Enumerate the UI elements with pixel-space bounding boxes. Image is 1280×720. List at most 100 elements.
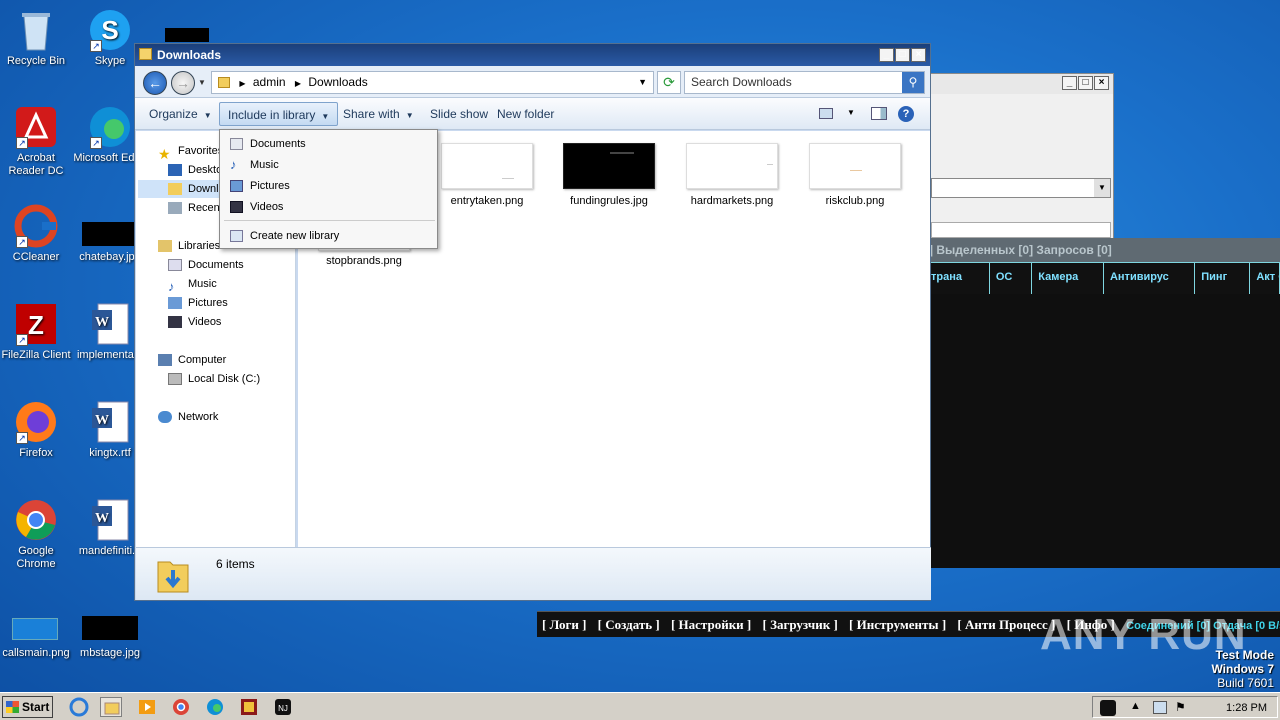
recent-pages-chevron-icon[interactable]: ▼	[198, 78, 206, 87]
preview-pane-icon[interactable]	[871, 107, 887, 120]
tray-expand-icon[interactable]: ▲	[1130, 700, 1141, 712]
close-button[interactable]: ×	[911, 48, 926, 62]
breadcrumb-admin[interactable]: admin	[253, 75, 286, 89]
close-button[interactable]: ×	[1094, 76, 1109, 90]
file-item[interactable]: entrytaken.png	[427, 143, 547, 207]
include-in-library-button[interactable]: Include in library ▼	[219, 102, 339, 126]
dark-app-window[interactable]: ] Выделенных [0] Запросов [0] трана ОС К…	[925, 238, 1280, 568]
filezilla-icon: Z ↗	[14, 302, 58, 346]
column-os[interactable]: ОС	[990, 263, 1033, 294]
explorer-window[interactable]: Downloads _ □ × ← → ▼ ▶ admin ▶ Download…	[134, 43, 931, 601]
window-title: Downloads	[157, 48, 222, 62]
back-button[interactable]: ←	[143, 71, 167, 95]
desktop-icon-callsmain[interactable]: callsmain.png	[0, 600, 74, 660]
nav-local-disk[interactable]: Local Disk (C:)	[168, 370, 260, 388]
redacted-block	[165, 28, 209, 42]
desktop-icon-filezilla[interactable]: Z ↗ FileZilla Client	[0, 302, 74, 362]
nav-network[interactable]: Network	[158, 408, 218, 426]
winrar-icon[interactable]	[238, 697, 260, 717]
help-icon[interactable]: ?	[898, 106, 914, 122]
start-button[interactable]: Start	[2, 696, 53, 718]
minimize-button[interactable]: _	[879, 48, 894, 62]
folder-icon	[139, 48, 152, 60]
maximize-button[interactable]: □	[895, 48, 910, 62]
media-player-icon[interactable]	[136, 697, 158, 717]
menu-loader[interactable]: [ Загрузчик ]	[763, 617, 838, 632]
menu-logs[interactable]: [ Логи ]	[542, 617, 586, 632]
internet-explorer-icon[interactable]	[68, 697, 90, 717]
explorer-titlebar[interactable]: Downloads _ □ ×	[135, 44, 930, 66]
menu-item-videos[interactable]: Videos	[224, 197, 435, 217]
star-icon: ★	[158, 146, 171, 163]
desktop-icon-recycle-bin[interactable]: Recycle Bin	[0, 8, 74, 68]
desktop-icon-ccleaner[interactable]: ↗ CCleaner	[0, 204, 74, 264]
column-camera[interactable]: Камера	[1032, 263, 1104, 294]
nav-pictures[interactable]: Pictures	[168, 294, 228, 312]
address-dropdown-icon[interactable]: ▼	[638, 72, 647, 93]
command-bar: Organize ▼ Include in library ▼ Share with…	[135, 98, 930, 130]
change-view-icon[interactable]	[819, 108, 833, 119]
maximize-button[interactable]: □	[1078, 76, 1093, 90]
chevron-down-icon[interactable]: ▼	[1094, 179, 1110, 197]
file-name: fundingrules.jpg	[570, 195, 648, 207]
dark-app-status-line: ] Выделенных [0] Запросов [0]	[925, 238, 1280, 262]
menu-item-documents[interactable]: Documents	[224, 134, 435, 154]
desktop-icon-acrobat[interactable]: ↗ Acrobat Reader DC	[0, 105, 74, 178]
menu-item-pictures[interactable]: Pictures	[224, 176, 435, 196]
explorer-taskbar-icon[interactable]	[100, 697, 122, 717]
background-window[interactable]: _ □ × ▼	[900, 73, 1114, 243]
flag-tray-icon[interactable]: ⚑	[1175, 700, 1186, 714]
menu-create[interactable]: [ Создать ]	[598, 617, 660, 632]
breadcrumb-downloads[interactable]: Downloads	[308, 75, 367, 89]
image-thumbnail	[563, 143, 655, 189]
new-folder-button[interactable]: New folder	[489, 102, 562, 126]
desktop-icon-firefox[interactable]: ↗ Firefox	[0, 400, 74, 460]
tray-app-icon[interactable]	[1100, 700, 1116, 716]
nav-label: Pictures	[188, 297, 228, 309]
menu-settings[interactable]: [ Настройки ]	[671, 617, 751, 632]
background-window-field[interactable]	[931, 222, 1111, 238]
organize-button[interactable]: Organize ▼	[141, 102, 220, 126]
network-tray-icon[interactable]	[1153, 701, 1167, 714]
app-taskbar-icon[interactable]: NJ	[272, 697, 294, 717]
search-input[interactable]: Search Downloads ⚲	[684, 71, 925, 94]
image-thumbnail	[809, 143, 901, 189]
nav-videos[interactable]: Videos	[168, 313, 221, 331]
menu-item-label: Create new library	[250, 230, 340, 242]
address-bar[interactable]: ▶ admin ▶ Downloads ▼	[211, 71, 654, 94]
file-item[interactable]: hardmarkets.png	[672, 143, 792, 207]
clock[interactable]: 1:28 PM	[1226, 697, 1267, 719]
desktop-icon-label: kingtx.rtf	[89, 447, 131, 459]
background-window-titlebar[interactable]: _ □ ×	[901, 74, 1113, 94]
forward-button[interactable]: →	[171, 71, 195, 95]
details-pane: 6 items	[136, 547, 931, 600]
menu-item-music[interactable]: ♪ Music	[224, 155, 435, 175]
edge-taskbar-icon[interactable]	[204, 697, 226, 717]
refresh-button[interactable]: ⟳	[657, 71, 681, 94]
column-country[interactable]: трана	[925, 263, 990, 294]
desktop-icon-chrome[interactable]: Google Chrome	[0, 498, 74, 571]
breadcrumb-separator-icon[interactable]: ▶	[295, 79, 301, 88]
file-item[interactable]: fundingrules.jpg	[549, 143, 669, 207]
desktop-icon-mbstage[interactable]: mbstage.jpg	[72, 600, 148, 660]
desktop-icon-label: mbstage.jpg	[80, 647, 140, 659]
menu-item-create-new-library[interactable]: Create new library	[224, 226, 435, 246]
background-window-dropdown[interactable]: ▼	[931, 178, 1111, 198]
nav-libraries[interactable]: Libraries	[158, 237, 220, 255]
breadcrumb-separator-icon[interactable]: ▶	[239, 79, 245, 88]
share-with-button[interactable]: Share with ▼	[335, 102, 422, 126]
minimize-button[interactable]: _	[1062, 76, 1077, 90]
slide-show-button[interactable]: Slide show	[422, 102, 496, 126]
chrome-taskbar-icon[interactable]	[170, 697, 192, 717]
search-icon[interactable]: ⚲	[902, 72, 924, 93]
column-antivirus[interactable]: Антивирус	[1104, 263, 1196, 294]
column-active-window[interactable]: Акт Окн	[1250, 263, 1280, 294]
column-ping[interactable]: Пинг	[1195, 263, 1251, 294]
file-item[interactable]: riskclub.png	[795, 143, 915, 207]
nav-music[interactable]: ♪ Music	[168, 275, 217, 294]
nav-favorites[interactable]: ★ Favorites	[158, 142, 223, 163]
menu-tools[interactable]: [ Инструменты ]	[849, 617, 946, 632]
view-options-chevron-icon[interactable]: ▼	[847, 108, 855, 117]
nav-documents[interactable]: Documents	[168, 256, 244, 274]
nav-computer[interactable]: Computer	[158, 351, 226, 369]
